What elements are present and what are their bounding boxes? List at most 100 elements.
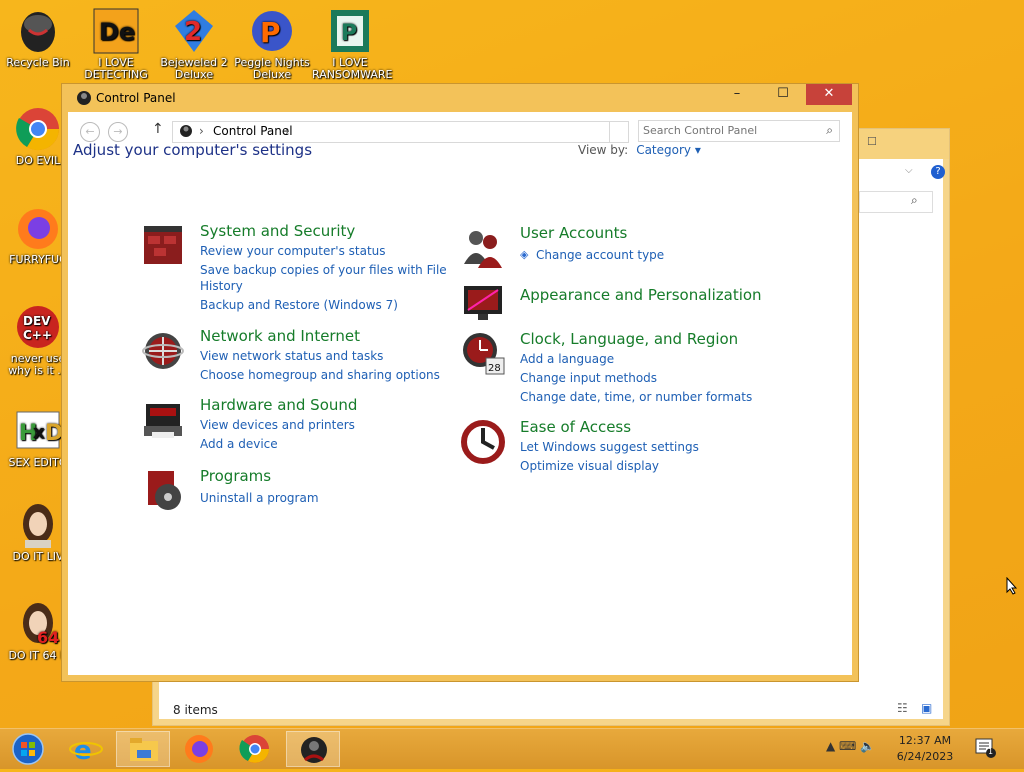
category-clock-language-region: 28 Clock, Language, and Region Add a lan… [460,330,790,410]
category-link[interactable]: Choose homegroup and sharing options [200,367,440,383]
taskbar-control-panel[interactable] [286,731,340,767]
back-button[interactable]: ← [80,122,100,142]
category-link[interactable]: Save backup copies of your files with Fi… [200,262,447,278]
clock-calendar-icon: 28 [463,333,505,375]
maximize-button[interactable]: ☐ [760,84,806,105]
category-link[interactable]: View network status and tasks [200,348,383,364]
mouse-cursor-icon [1006,577,1018,595]
status-bar-items: 8 items [173,703,218,717]
svg-text:D: D [45,421,61,446]
search-input[interactable] [643,122,813,138]
search-icon[interactable]: ⌕ [911,193,918,208]
view-by: View by: Category ▾ [578,143,701,157]
category-link[interactable]: Review your computer's status [200,243,386,259]
action-center-button[interactable]: 1 [974,737,998,759]
category-title[interactable]: System and Security [200,222,355,240]
category-system-security: System and Security Review your computer… [140,222,460,322]
category-link[interactable]: Add a device [200,436,278,452]
desktop-icon-peggle[interactable]: P Peggle Nights Deluxe [234,8,310,81]
view-by-label: View by: [578,143,629,157]
windows-start-icon [12,733,44,765]
address-dropdown[interactable] [608,121,629,143]
category-title[interactable]: Network and Internet [200,327,360,345]
folder-icon [130,738,158,761]
background-search-box[interactable] [859,191,933,213]
category-link[interactable]: Change account type [536,247,664,263]
category-title[interactable]: Programs [200,467,271,485]
taskbar-internet-explorer[interactable]: e [60,731,114,767]
category-link[interactable]: Change date, time, or number formats [520,389,752,405]
taskbar-file-explorer[interactable] [116,731,170,767]
svg-text:C++: C++ [23,328,52,342]
start-button[interactable] [2,731,56,767]
chrome-icon [15,106,61,152]
clock-time: 12:37 AM [898,734,952,747]
close-button[interactable]: ✕ [806,84,852,105]
taskbar-chrome[interactable] [228,731,282,767]
category-link[interactable]: History [200,278,243,294]
printer-icon [144,404,182,438]
system-tray-icons[interactable]: ▲ ⌨ 🔈 [826,739,875,753]
category-link[interactable]: View devices and printers [200,417,355,433]
svg-text:P: P [260,16,281,49]
bejeweled-icon: 2 [171,8,217,54]
desktop-icon-label: Bejeweled 2 Deluxe [160,56,228,81]
category-link[interactable]: Uninstall a program [200,490,319,506]
hex-editor-icon: HxD [15,408,63,454]
address-control-panel-icon [180,125,192,137]
category-link[interactable]: Let Windows suggest settings [520,439,699,455]
firefox-icon [185,735,213,763]
category-link[interactable]: Optimize visual display [520,458,659,474]
ease-of-access-icon [461,420,505,464]
category-title[interactable]: Appearance and Personalization [520,286,762,304]
svg-text:P: P [341,21,357,46]
page-title: Adjust your computer's settings [73,141,313,159]
user-accounts-icon [464,231,502,268]
breadcrumb-separator[interactable]: › [199,124,204,138]
clock[interactable]: 12:37 AM 6/24/2023 [890,733,960,765]
large-icons-view-icon[interactable]: ▣ [921,701,932,715]
category-title[interactable]: Hardware and Sound [200,396,357,414]
category-link[interactable]: Change input methods [520,370,657,386]
category-appearance: Appearance and Personalization [460,280,780,326]
help-icon[interactable]: ? [931,165,945,179]
category-link[interactable]: Backup and Restore (Windows 7) [200,297,398,313]
taskbar: e ▲ ⌨ 🔈 12:37 AM 6/24/2023 1 [0,728,1024,769]
background-maximize-icon[interactable]: ☐ [867,135,877,148]
forward-button[interactable]: → [108,122,128,142]
recycle-bin-icon [15,8,61,54]
programs-disc-icon [148,471,181,510]
svg-text:e: e [74,736,92,766]
desktop-icon-label: Peggle Nights Deluxe [234,56,310,81]
portrait-icon [15,502,61,548]
search-box[interactable]: ⌕ [638,120,840,142]
desktop-icon-bejeweled[interactable]: 2 Bejeweled 2 Deluxe [156,8,232,81]
address-bar[interactable]: › Control Panel › [172,121,610,143]
category-title[interactable]: Clock, Language, and Region [520,330,738,348]
desktop-icon-recycle-bin[interactable]: Recycle Bin [0,8,76,69]
breadcrumb-separator[interactable]: › [285,124,290,138]
category-programs: Programs Uninstall a program [140,467,460,517]
search-icon[interactable]: ⌕ [826,123,833,138]
minimize-button[interactable]: – [714,84,760,105]
firefox-icon [15,205,61,251]
desktop-icon-detecting[interactable]: De I LOVE DETECTING [78,8,154,81]
category-ease-of-access: Ease of Access Let Windows suggest setti… [460,418,780,478]
app-de-icon: De [93,8,139,54]
breadcrumb-control-panel[interactable]: Control Panel [213,124,293,138]
category-title[interactable]: Ease of Access [520,418,631,436]
control-panel-icon [77,91,91,105]
desktop-icon-ransomware[interactable]: P I LOVE RANSOMWARE [312,8,392,81]
window-title: Control Panel [96,91,176,105]
category-title[interactable]: User Accounts [520,224,627,242]
up-button[interactable]: ↑ [152,121,164,137]
desktop-icon-label: I LOVE DETECTING [84,56,148,81]
titlebar[interactable]: Control Panel – ☐ ✕ [62,84,858,112]
chevron-down-icon[interactable]: ⌵ [905,165,913,176]
taskbar-firefox[interactable] [172,731,226,767]
control-panel-icon [301,737,327,763]
monitor-icon [464,286,502,320]
view-by-dropdown[interactable]: Category ▾ [636,143,701,157]
category-link[interactable]: Add a language [520,351,614,367]
details-view-icon[interactable]: ☷ [897,701,908,715]
